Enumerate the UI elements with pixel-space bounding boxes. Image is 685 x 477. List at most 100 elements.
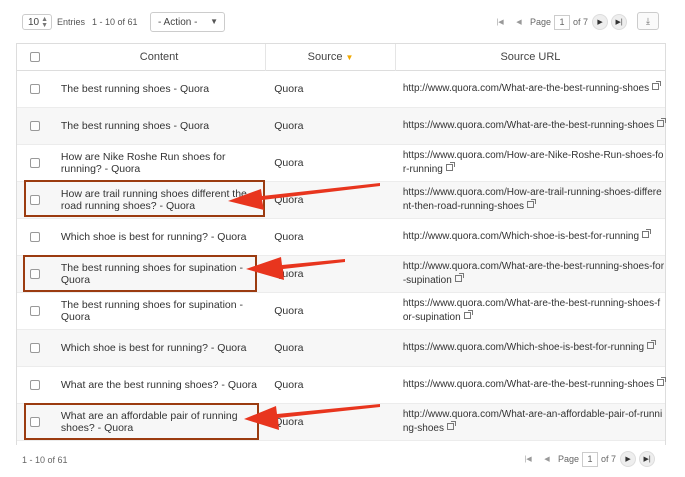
row-checkbox[interactable] [29,380,40,390]
external-link-icon[interactable] [647,340,657,349]
table-row[interactable]: Which shoe is best for running? - Quora Q… [17,330,665,367]
select-all-checkbox[interactable] [29,52,40,62]
row-checkbox[interactable] [29,306,40,316]
page-count-label: of 7 [601,454,617,464]
row-content: How are Nike Roshe Run shoes for running… [60,151,226,175]
row-source: Quora [274,194,304,206]
sort-desc-icon: ▼ [345,52,354,62]
prev-page-icon[interactable]: ◀ [539,451,555,467]
page-count-label: of 7 [573,17,589,27]
row-url-text[interactable]: https://www.quora.com/Which-shoe-is-best… [403,342,644,353]
external-link-icon[interactable] [454,273,464,282]
next-page-icon[interactable]: ▶ [620,451,637,467]
select-all-cell [17,52,53,62]
entries-per-page-select[interactable]: 10 ▲ ▼ [22,14,52,30]
row-url-text[interactable]: https://www.quora.com/What-are-the-best-… [403,120,654,131]
chevron-down-icon: ▼ [210,17,218,26]
row-source-url[interactable]: https://www.quora.com/Which-shoe-is-best… [395,340,665,355]
external-link-icon[interactable] [642,229,652,238]
row-source: Quora [274,157,304,169]
page-number-input[interactable]: 1 [554,14,571,30]
row-source: Quora [274,268,304,280]
next-page-icon[interactable]: ▶ [592,14,609,30]
header-source[interactable]: Source ▼ [265,43,395,71]
row-source: Quora [274,416,304,428]
action-select[interactable]: - Action - ▼ [150,12,225,32]
row-content: Which shoe is best for running? - Quora [60,231,247,243]
row-checkbox[interactable] [29,121,40,131]
range-label-bottom: 1 - 10 of 61 [22,455,68,465]
first-page-icon[interactable]: |◀ [520,451,536,467]
row-source-url[interactable]: http://www.quora.com/Which-shoe-is-best-… [395,229,665,244]
download-button[interactable]: ⤓ [637,12,659,30]
last-page-icon[interactable]: ▶| [611,14,628,30]
external-link-icon[interactable] [527,199,537,208]
row-content: How are trail running shoes different th… [60,188,247,212]
row-url-text[interactable]: http://www.quora.com/What-are-an-afforda… [403,409,662,434]
row-source-url[interactable]: http://www.quora.com/What-are-the-best-r… [395,81,665,96]
row-checkbox-cell [17,84,53,94]
page-number-input[interactable]: 1 [582,451,599,467]
row-source: Quora [274,379,304,391]
row-checkbox[interactable] [29,84,40,94]
external-link-icon[interactable] [657,377,667,386]
row-source-url[interactable]: https://www.quora.com/What-are-the-best-… [395,297,665,325]
row-content: What are the best running shoes? - Quora [60,379,258,391]
row-checkbox-cell [17,380,53,390]
row-content: Which shoe is best for running? - Quora [60,342,247,354]
table-row[interactable]: How are Nike Roshe Run shoes for running… [17,145,665,182]
external-link-icon[interactable] [657,118,667,127]
header-source-url[interactable]: Source URL [394,43,665,71]
external-link-icon[interactable] [652,81,662,90]
row-checkbox-cell [17,158,53,168]
header-source-label: Source [307,50,343,63]
row-checkbox-cell [17,417,53,427]
row-checkbox[interactable] [29,195,40,205]
first-page-icon[interactable]: |◀ [492,14,508,30]
page-label: Page [530,17,552,27]
row-checkbox[interactable] [29,417,40,427]
row-url-text[interactable]: https://www.quora.com/How-are-Nike-Roshe… [403,150,664,175]
row-source-url[interactable]: https://www.quora.com/How-are-Nike-Roshe… [395,149,665,177]
row-content: The best running shoes for supination - … [60,299,243,323]
row-url-text[interactable]: https://www.quora.com/What-are-the-best-… [403,379,654,390]
row-content: The best running shoes - Quora [60,120,210,132]
row-content: What are an affordable pair of running s… [60,410,238,434]
row-checkbox[interactable] [29,269,40,279]
row-url-text[interactable]: http://www.quora.com/Which-shoe-is-best-… [403,231,639,242]
table-row[interactable]: The best running shoes for supination - … [17,256,665,293]
external-link-icon[interactable] [446,421,456,430]
row-url-text[interactable]: http://www.quora.com/What-are-the-best-r… [403,261,664,286]
range-label-top: 1 - 10 of 61 [92,17,138,27]
table-row[interactable]: What are the best running shoes? - Quora… [17,367,667,404]
table-row[interactable]: The best running shoes - Quora Quora https… [17,108,667,145]
row-url-text[interactable]: https://www.quora.com/What-are-the-best-… [403,298,660,323]
row-checkbox-cell [17,269,53,279]
row-url-text[interactable]: http://www.quora.com/What-are-the-best-r… [403,83,649,94]
row-source: Quora [274,305,304,317]
row-source: Quora [274,83,304,95]
row-source-url[interactable]: https://www.quora.com/What-are-the-best-… [395,377,667,392]
row-source-url[interactable]: http://www.quora.com/What-are-an-afforda… [395,408,665,436]
download-icon: ⤓ [646,15,650,26]
last-page-icon[interactable]: ▶| [639,451,656,467]
external-link-icon[interactable] [445,162,455,171]
table-row[interactable]: What are an affordable pair of running s… [17,404,665,441]
table-row[interactable]: The best running shoes for supination - … [17,293,665,330]
external-link-icon[interactable] [463,310,473,319]
table-row[interactable]: Which shoe is best for running? - Quora Q… [17,219,665,256]
table-row[interactable]: How are trail running shoes different th… [17,182,665,219]
table-row[interactable]: The best running shoes - Quora Quora http:… [17,71,665,108]
row-checkbox[interactable] [29,158,40,168]
row-source-url[interactable]: http://www.quora.com/What-are-the-best-r… [395,260,665,288]
row-content: The best running shoes for supination - … [60,262,243,286]
row-checkbox-cell [17,343,53,353]
row-source-url[interactable]: https://www.quora.com/How-are-trail-runn… [395,186,665,214]
header-content[interactable]: Content [53,51,265,63]
row-checkbox[interactable] [29,343,40,353]
row-source-url[interactable]: https://www.quora.com/What-are-the-best-… [395,118,667,133]
prev-page-icon[interactable]: ◀ [511,14,527,30]
row-checkbox[interactable] [29,232,40,242]
pager-bottom: |◀ ◀ Page 1 of 7 ▶ ▶| [520,449,658,469]
table-header: Content Source ▼ Source URL [17,43,665,71]
